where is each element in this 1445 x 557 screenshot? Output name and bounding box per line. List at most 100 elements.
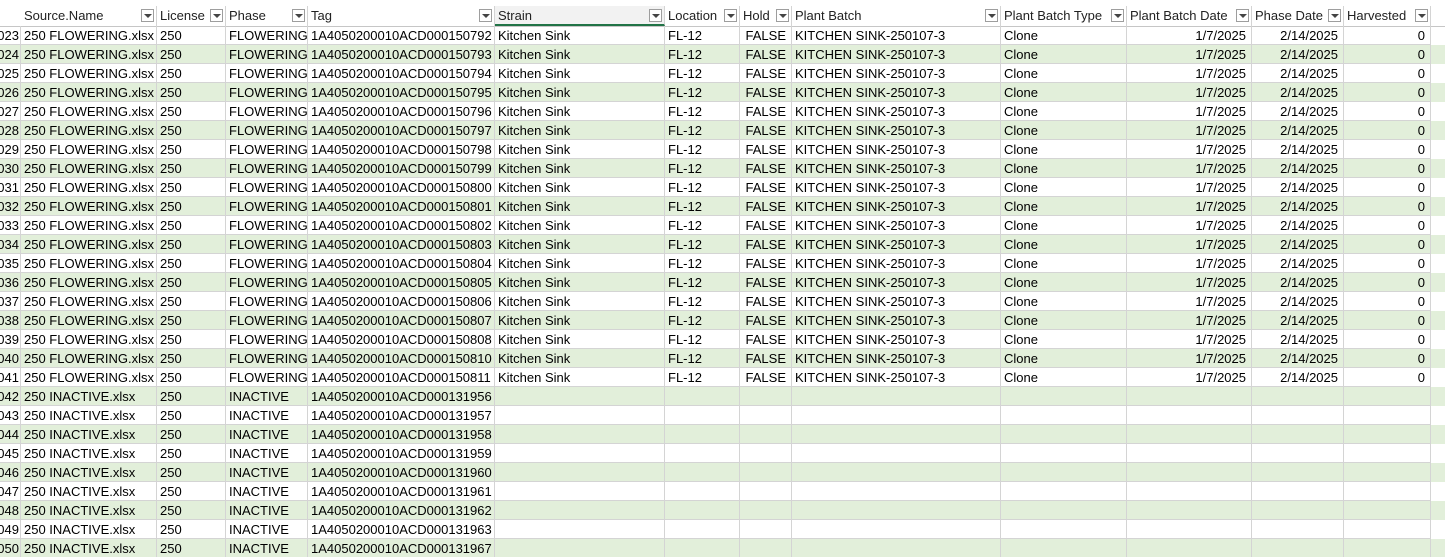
cell-license[interactable]: 250 [157, 102, 226, 121]
cell-batch_type[interactable]: Clone [1001, 311, 1127, 330]
cell-harvested[interactable]: 0 [1344, 292, 1431, 311]
cell-source[interactable]: 250 INACTIVE.xlsx [21, 520, 157, 539]
cell-phase_date[interactable]: 2/14/2025 [1252, 349, 1344, 368]
cell-phase_date[interactable] [1252, 539, 1344, 557]
row-number[interactable]: 045 [0, 444, 21, 463]
cell-tag[interactable]: 1A4050200010ACD000150806 [308, 292, 495, 311]
cell-location[interactable]: FL-12 [665, 311, 740, 330]
cell-batch[interactable]: KITCHEN SINK-250107-3 [792, 311, 1001, 330]
cell-batch[interactable]: KITCHEN SINK-250107-3 [792, 26, 1001, 45]
cell-strain[interactable]: Kitchen Sink [495, 102, 665, 121]
filter-dropdown-icon[interactable] [649, 9, 662, 22]
cell-location[interactable] [665, 444, 740, 463]
cell-license[interactable]: 250 [157, 444, 226, 463]
cell-batch_date[interactable] [1127, 520, 1252, 539]
cell-batch_date[interactable] [1127, 406, 1252, 425]
cell-phase[interactable]: FLOWERING [226, 140, 308, 159]
cell-license[interactable]: 250 [157, 387, 226, 406]
cell-license[interactable]: 250 [157, 463, 226, 482]
cell-harvested[interactable] [1344, 463, 1431, 482]
cell-batch[interactable]: KITCHEN SINK-250107-3 [792, 273, 1001, 292]
cell-hold[interactable]: FALSE [740, 83, 792, 102]
row-number[interactable]: 037 [0, 292, 21, 311]
cell-batch[interactable] [792, 444, 1001, 463]
cell-location[interactable]: FL-12 [665, 273, 740, 292]
cell-batch[interactable] [792, 482, 1001, 501]
row-number[interactable]: 023 [0, 26, 21, 45]
cell-batch_date[interactable]: 1/7/2025 [1127, 45, 1252, 64]
cell-harvested[interactable]: 0 [1344, 235, 1431, 254]
cell-license[interactable]: 250 [157, 140, 226, 159]
row-number[interactable]: 050 [0, 539, 21, 557]
cell-source[interactable]: 250 INACTIVE.xlsx [21, 406, 157, 425]
cell-phase_date[interactable]: 2/14/2025 [1252, 311, 1344, 330]
cell-location[interactable]: FL-12 [665, 102, 740, 121]
cell-location[interactable]: FL-12 [665, 235, 740, 254]
cell-harvested[interactable]: 0 [1344, 368, 1431, 387]
cell-source[interactable]: 250 FLOWERING.xlsx [21, 45, 157, 64]
cell-phase_date[interactable] [1252, 444, 1344, 463]
cell-batch_type[interactable]: Clone [1001, 121, 1127, 140]
cell-location[interactable] [665, 463, 740, 482]
cell-batch_type[interactable]: Clone [1001, 140, 1127, 159]
cell-phase[interactable]: FLOWERING [226, 292, 308, 311]
cell-batch_date[interactable] [1127, 482, 1252, 501]
cell-strain[interactable]: Kitchen Sink [495, 178, 665, 197]
cell-source[interactable]: 250 FLOWERING.xlsx [21, 83, 157, 102]
filter-dropdown-icon[interactable] [292, 9, 305, 22]
cell-tag[interactable]: 1A4050200010ACD000150807 [308, 311, 495, 330]
cell-phase[interactable]: FLOWERING [226, 349, 308, 368]
cell-location[interactable] [665, 387, 740, 406]
cell-phase[interactable]: FLOWERING [226, 368, 308, 387]
column-header-license[interactable]: License [157, 6, 226, 26]
row-number[interactable]: 034 [0, 235, 21, 254]
cell-phase[interactable]: FLOWERING [226, 311, 308, 330]
cell-source[interactable]: 250 INACTIVE.xlsx [21, 539, 157, 557]
cell-source[interactable]: 250 FLOWERING.xlsx [21, 292, 157, 311]
cell-phase[interactable]: INACTIVE [226, 463, 308, 482]
cell-license[interactable]: 250 [157, 406, 226, 425]
cell-phase[interactable]: FLOWERING [226, 178, 308, 197]
column-header-batch_type[interactable]: Plant Batch Type [1001, 6, 1127, 26]
cell-phase[interactable]: INACTIVE [226, 387, 308, 406]
cell-batch_type[interactable] [1001, 444, 1127, 463]
cell-license[interactable]: 250 [157, 311, 226, 330]
cell-license[interactable]: 250 [157, 64, 226, 83]
cell-license[interactable]: 250 [157, 292, 226, 311]
cell-hold[interactable]: FALSE [740, 368, 792, 387]
cell-batch_date[interactable]: 1/7/2025 [1127, 197, 1252, 216]
cell-phase[interactable]: INACTIVE [226, 406, 308, 425]
cell-phase_date[interactable] [1252, 425, 1344, 444]
cell-phase[interactable]: FLOWERING [226, 102, 308, 121]
cell-batch_type[interactable] [1001, 520, 1127, 539]
cell-location[interactable]: FL-12 [665, 159, 740, 178]
cell-batch[interactable]: KITCHEN SINK-250107-3 [792, 349, 1001, 368]
cell-phase_date[interactable] [1252, 482, 1344, 501]
column-header-source[interactable]: Source.Name [21, 6, 157, 26]
cell-phase_date[interactable] [1252, 406, 1344, 425]
cell-phase[interactable]: FLOWERING [226, 235, 308, 254]
cell-hold[interactable]: FALSE [740, 235, 792, 254]
cell-source[interactable]: 250 FLOWERING.xlsx [21, 197, 157, 216]
cell-tag[interactable]: 1A4050200010ACD000150796 [308, 102, 495, 121]
cell-harvested[interactable]: 0 [1344, 45, 1431, 64]
column-header-batch_date[interactable]: Plant Batch Date [1127, 6, 1252, 26]
cell-batch_date[interactable]: 1/7/2025 [1127, 83, 1252, 102]
row-number[interactable]: 036 [0, 273, 21, 292]
cell-location[interactable]: FL-12 [665, 121, 740, 140]
cell-tag[interactable]: 1A4050200010ACD000131956 [308, 387, 495, 406]
cell-batch_type[interactable]: Clone [1001, 102, 1127, 121]
cell-phase_date[interactable]: 2/14/2025 [1252, 178, 1344, 197]
cell-source[interactable]: 250 FLOWERING.xlsx [21, 330, 157, 349]
cell-phase[interactable]: FLOWERING [226, 330, 308, 349]
row-number[interactable]: 040 [0, 349, 21, 368]
cell-hold[interactable]: FALSE [740, 159, 792, 178]
cell-tag[interactable]: 1A4050200010ACD000150810 [308, 349, 495, 368]
cell-phase[interactable]: FLOWERING [226, 45, 308, 64]
cell-harvested[interactable]: 0 [1344, 349, 1431, 368]
cell-license[interactable]: 250 [157, 121, 226, 140]
cell-batch_type[interactable]: Clone [1001, 216, 1127, 235]
cell-batch_type[interactable] [1001, 406, 1127, 425]
cell-harvested[interactable] [1344, 520, 1431, 539]
cell-phase[interactable]: FLOWERING [226, 83, 308, 102]
